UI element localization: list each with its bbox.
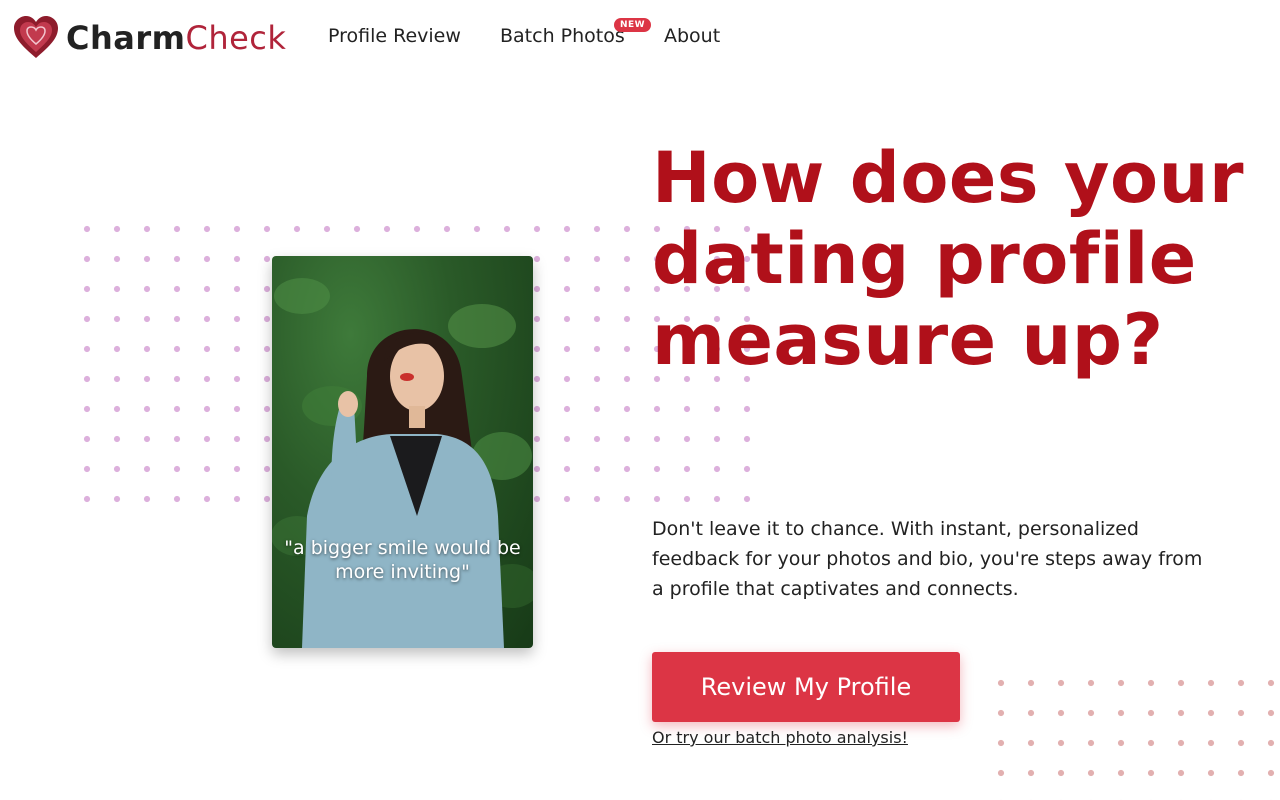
new-badge: NEW (614, 18, 652, 32)
batch-analysis-link[interactable]: Or try our batch photo analysis! (652, 728, 908, 747)
review-my-profile-button[interactable]: Review My Profile (652, 652, 960, 722)
nav-about[interactable]: About (664, 25, 720, 47)
top-navbar: CharmCheck Profile Review Batch Photos N… (0, 0, 1280, 75)
brand-logo[interactable]: CharmCheck (12, 14, 286, 62)
profile-photo-card: "a bigger smile would be more inviting" (272, 256, 533, 648)
brand-name-light: Check (185, 19, 287, 57)
hero-subtext: Don't leave it to chance. With instant, … (652, 518, 1203, 600)
nav-batch-photos[interactable]: Batch Photos (500, 25, 625, 47)
decorative-dot-grid-bottom (986, 668, 1280, 800)
heart-icon (14, 16, 58, 58)
brand-name: CharmCheck (66, 19, 286, 57)
photo-illustration (272, 278, 533, 648)
hero-headline: How does your dating profile measure up? (652, 137, 1244, 381)
brand-name-bold: Charm (66, 19, 186, 57)
nav-profile-review[interactable]: Profile Review (328, 25, 461, 47)
photo-quote: "a bigger smile would be more inviting" (284, 537, 521, 583)
